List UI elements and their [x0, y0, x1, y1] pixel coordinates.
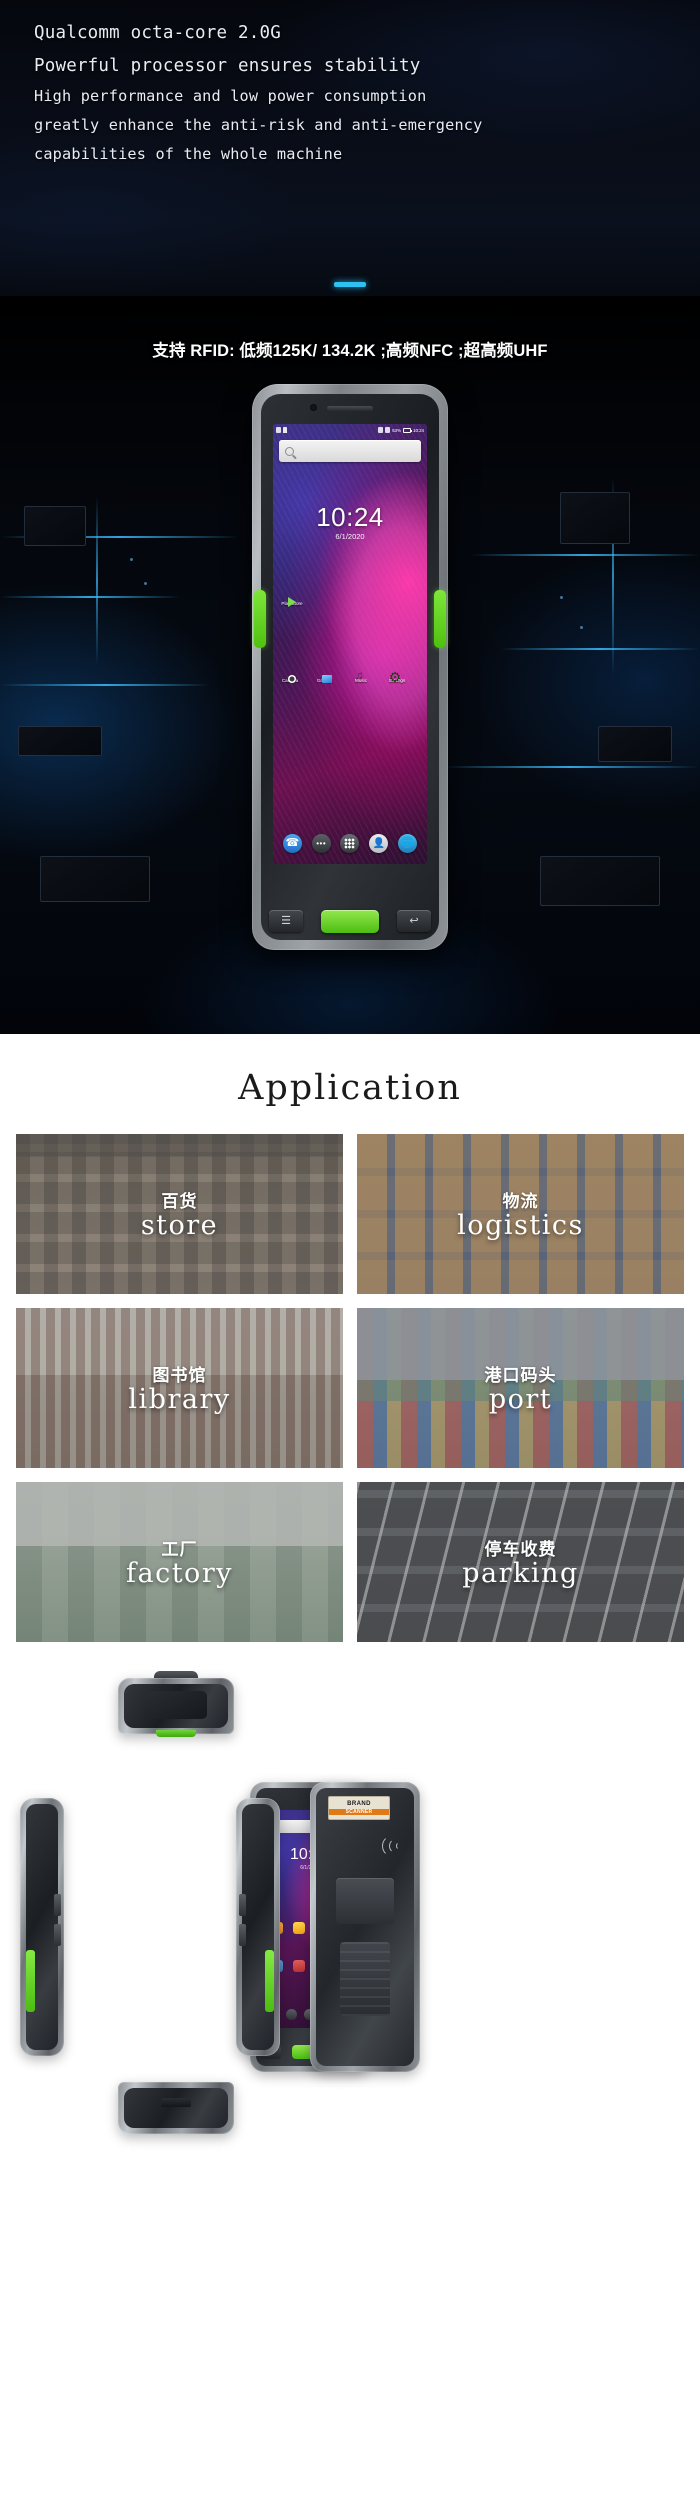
- tile-library[interactable]: 图书馆 library: [16, 1308, 343, 1468]
- browser-icon[interactable]: [398, 833, 418, 853]
- menu-button[interactable]: [269, 910, 303, 932]
- app-icon: [293, 1960, 305, 1972]
- app-shortcut-gallery[interactable]: Gallery: [313, 669, 335, 687]
- lock-icon: [283, 427, 287, 433]
- tile-port[interactable]: 港口码头 port: [357, 1308, 684, 1468]
- device-view-top: [118, 1671, 234, 1737]
- side-grip-green: [26, 1950, 35, 2012]
- hero-line-5: capabilities of the whole machine: [34, 145, 343, 163]
- front-camera-icon: [310, 404, 317, 411]
- device-view-bottom: [118, 2082, 234, 2134]
- tile-parking[interactable]: 停车收费 parking: [357, 1482, 684, 1642]
- brand-subtitle: SCANNER: [329, 1809, 389, 1815]
- tile-label-en: store: [140, 1210, 219, 1241]
- hero-spec-banner: Qualcomm octa-core 2.0G Powerful process…: [0, 0, 700, 296]
- pda-device-render: 53% 10:24 10:24 6/1/2020 Play Store C: [252, 384, 448, 950]
- tile-label-cn: 停车收费: [484, 1540, 557, 1559]
- application-tile-grid: 百货 store 物流 logistics 图书馆 library 港口码头 p…: [0, 1134, 700, 1642]
- back-grip-texture: [340, 1942, 390, 2016]
- rfid-spec-title: 支持 RFID: 低频125K/ 134.2K ;高频NFC ;超高频UHF: [152, 342, 548, 360]
- device-views-section: 10:24 6/1/2020: [0, 1664, 700, 2144]
- status-bar-time: 10:24: [413, 427, 424, 433]
- side-grip-green: [265, 1950, 274, 2012]
- app-shortcut-music[interactable]: Music: [350, 669, 372, 687]
- back-button[interactable]: [397, 910, 431, 932]
- device-view-right-side: [236, 1798, 280, 2056]
- tile-label-en: port: [488, 1384, 553, 1415]
- device-view-back: BRAND SCANNER: [310, 1782, 420, 2072]
- tile-label-en: library: [128, 1384, 231, 1415]
- battery-icon: [403, 427, 412, 433]
- device-grip-left: [254, 590, 266, 648]
- application-heading: Application: [238, 1068, 462, 1108]
- nfc-icon: [378, 1834, 404, 1858]
- hardware-nav-bar: [269, 908, 431, 934]
- hero-line-3: High performance and low power consumpti…: [34, 87, 427, 105]
- tile-store[interactable]: 百货 store: [16, 1134, 343, 1294]
- product-showcase-section: 支持 RFID: 低频125K/ 134.2K ;高频NFC ;超高频UHF 5…: [0, 296, 700, 1034]
- tile-label-en: logistics: [457, 1210, 584, 1241]
- messages-icon: [286, 2008, 298, 2020]
- gallery-icon: [293, 1922, 305, 1934]
- wifi-icon: [385, 427, 391, 433]
- device-view-left-side: [20, 1798, 64, 2056]
- section-divider-accent: [334, 282, 366, 287]
- status-bar-left-icons: [276, 427, 287, 433]
- app-shortcut-play-store[interactable]: Play Store: [281, 592, 303, 610]
- hero-text-block: Qualcomm octa-core 2.0G Powerful process…: [0, 0, 700, 169]
- hero-line-2: Powerful processor ensures stability: [34, 56, 421, 76]
- hero-line-1: Qualcomm octa-core 2.0G: [34, 23, 281, 43]
- tile-label-cn: 百货: [161, 1192, 198, 1211]
- battery-percent-label: 53%: [392, 427, 401, 433]
- tile-label-en: parking: [462, 1558, 579, 1589]
- device-screen: 53% 10:24 10:24 6/1/2020 Play Store C: [273, 424, 427, 864]
- phone-icon[interactable]: [282, 833, 302, 853]
- brand-name: BRAND: [347, 1801, 371, 1807]
- scan-button[interactable]: [321, 909, 379, 933]
- hero-line-4: greatly enhance the anti-risk and anti-e…: [34, 116, 483, 134]
- charging-port: [161, 2098, 191, 2107]
- status-bar: 53% 10:24: [273, 424, 427, 436]
- app-drawer-icon[interactable]: [340, 833, 360, 853]
- tile-factory[interactable]: 工厂 factory: [16, 1482, 343, 1642]
- app-shortcut-camera[interactable]: Camera: [279, 669, 301, 687]
- contacts-icon[interactable]: [369, 833, 389, 853]
- sim-icon: [276, 427, 281, 433]
- side-button-lower: [239, 1924, 246, 1946]
- top-scanner-window: [145, 1691, 207, 1719]
- side-button-upper: [239, 1894, 246, 1916]
- tile-label-cn: 物流: [502, 1192, 539, 1211]
- app-dock: [273, 828, 427, 858]
- brand-label: BRAND SCANNER: [328, 1796, 390, 1820]
- status-bar-right: 53% 10:24: [378, 427, 424, 433]
- clock-widget-time: 10:24: [316, 502, 384, 532]
- top-green-accent: [156, 1730, 196, 1737]
- app-shortcut-settings[interactable]: Settings: [386, 669, 408, 687]
- messages-icon[interactable]: [311, 833, 331, 853]
- side-button-lower: [54, 1924, 61, 1946]
- tile-label-cn: 港口码头: [484, 1366, 557, 1385]
- tile-label-en: factory: [126, 1558, 233, 1589]
- tile-logistics[interactable]: 物流 logistics: [357, 1134, 684, 1294]
- search-widget[interactable]: [279, 440, 421, 462]
- tile-label-cn: 图书馆: [152, 1366, 207, 1385]
- search-icon: [285, 446, 294, 456]
- device-grip-right: [434, 590, 446, 648]
- application-section: Application 百货 store 物流 logistics 图书馆 li…: [0, 1034, 700, 1664]
- clock-widget-date: 6/1/2020: [335, 532, 365, 541]
- earpiece-speaker: [327, 406, 373, 411]
- side-button-upper: [54, 1894, 61, 1916]
- bluetooth-icon: [378, 427, 384, 433]
- back-battery-panel: [336, 1878, 394, 1924]
- tile-label-cn: 工厂: [161, 1540, 198, 1559]
